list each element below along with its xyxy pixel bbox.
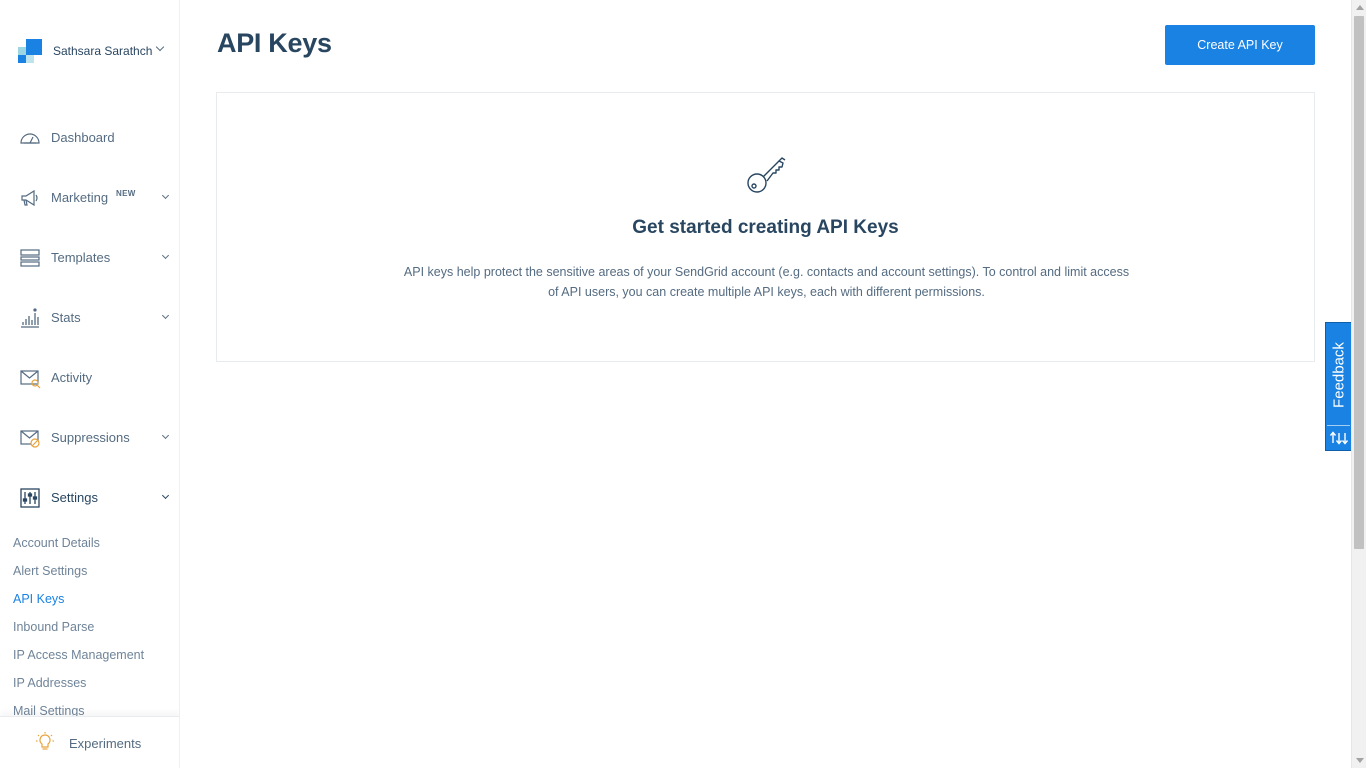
- dashboard-gauge-icon: [19, 127, 41, 149]
- suppressions-envelope-icon: [19, 427, 41, 449]
- feedback-tab[interactable]: Feedback: [1325, 322, 1352, 451]
- stats-chart-icon: [19, 307, 41, 329]
- feedback-label: Feedback: [1330, 342, 1347, 408]
- empty-state-card: Get started creating API Keys API keys h…: [216, 92, 1315, 362]
- nav-label: Settings: [51, 490, 98, 505]
- settings-item-inbound-parse[interactable]: Inbound Parse: [13, 620, 94, 634]
- templates-icon: [19, 247, 41, 269]
- nav-item-marketing[interactable]: Marketing NEW: [0, 178, 179, 218]
- sort-arrows-icon: [1328, 430, 1350, 446]
- sendgrid-logo-icon: [18, 39, 42, 63]
- nav-label: Activity: [51, 370, 93, 385]
- scroll-up-arrow-icon[interactable]: [1356, 5, 1364, 10]
- nav-item-suppressions[interactable]: Suppressions: [0, 418, 179, 458]
- chevron-down-icon: [161, 491, 170, 500]
- chevron-down-icon: [161, 191, 170, 200]
- page-title: API Keys: [217, 28, 332, 58]
- nav-item-settings[interactable]: Settings: [0, 478, 179, 518]
- nav-label: Dashboard: [51, 130, 115, 145]
- chevron-down-icon: [161, 431, 170, 440]
- settings-item-ip-access-management[interactable]: IP Access Management: [13, 648, 144, 662]
- vertical-scrollbar[interactable]: [1351, 0, 1366, 768]
- feedback-divider: [1327, 425, 1350, 426]
- empty-state-description: API keys help protect the sensitive area…: [403, 265, 1130, 299]
- key-icon: [744, 152, 788, 196]
- nav-label: Suppressions: [51, 430, 130, 445]
- settings-item-ip-addresses[interactable]: IP Addresses: [13, 676, 86, 690]
- settings-sliders-icon: [19, 487, 41, 509]
- settings-item-api-keys[interactable]: API Keys: [13, 592, 64, 606]
- settings-item-alert-settings[interactable]: Alert Settings: [13, 564, 87, 578]
- nav-item-templates[interactable]: Templates: [0, 238, 179, 278]
- sidebar: Sathsara Sarathchandra Dashboard Marketi…: [0, 0, 180, 768]
- nav-label: Marketing: [51, 190, 109, 205]
- empty-state-title: Get started creating API Keys: [632, 217, 899, 238]
- account-name: Sathsara Sarathchandra: [53, 44, 153, 58]
- experiments-button[interactable]: Experiments: [0, 716, 179, 768]
- megaphone-icon: [19, 187, 41, 209]
- new-badge: NEW: [116, 189, 136, 198]
- lightbulb-icon: [34, 731, 56, 753]
- chevron-down-icon: [161, 251, 170, 260]
- nav-label: Templates: [51, 250, 111, 265]
- experiments-label: Experiments: [69, 736, 142, 751]
- nav-item-dashboard[interactable]: Dashboard: [0, 118, 179, 158]
- account-switcher[interactable]: Sathsara Sarathchandra: [18, 38, 173, 64]
- scrollbar-thumb[interactable]: [1354, 16, 1364, 549]
- settings-item-account-details[interactable]: Account Details: [13, 536, 100, 550]
- nav-label: Stats: [51, 310, 81, 325]
- nav-item-stats[interactable]: Stats: [0, 298, 179, 338]
- chevron-down-icon: [161, 311, 170, 320]
- activity-envelope-icon: [19, 367, 41, 389]
- scroll-down-arrow-icon[interactable]: [1356, 758, 1364, 763]
- chevron-down-icon: [155, 42, 165, 52]
- nav-item-activity[interactable]: Activity: [0, 358, 179, 398]
- create-api-key-button[interactable]: Create API Key: [1165, 25, 1315, 65]
